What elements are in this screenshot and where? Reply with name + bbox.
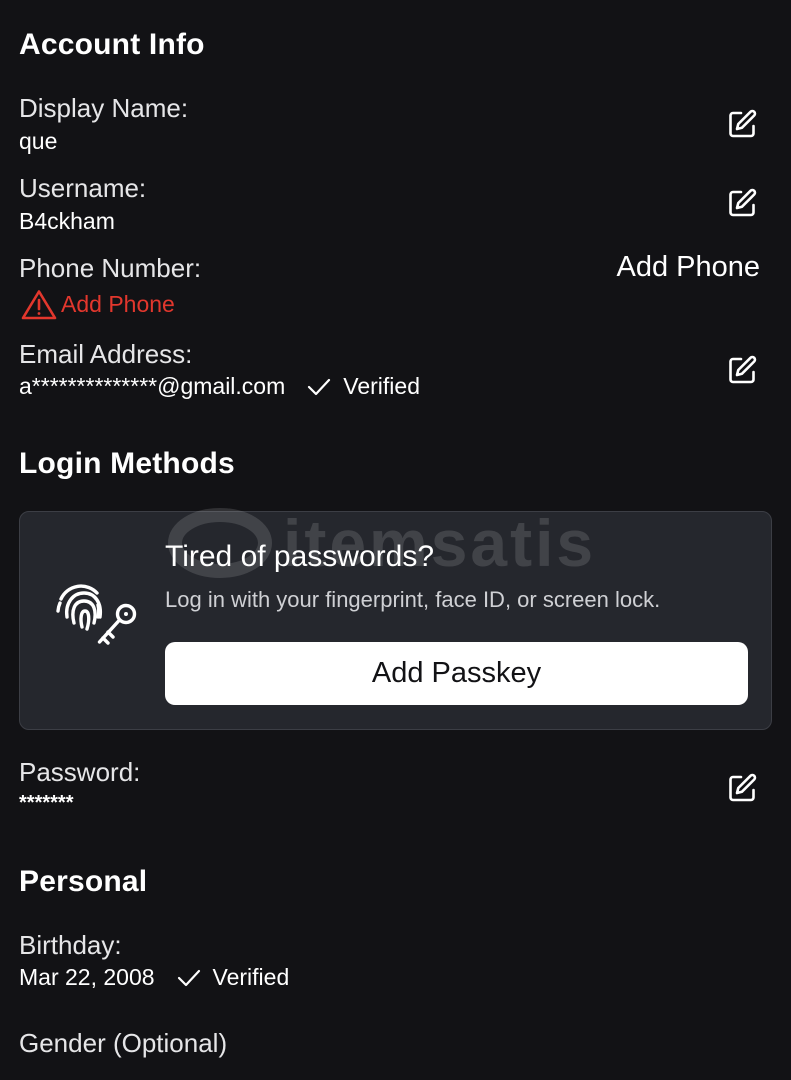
display-name-value: que bbox=[19, 128, 58, 154]
email-verified-text: Verified bbox=[343, 373, 420, 399]
email-row: a**************@gmail.com Verified bbox=[19, 373, 420, 400]
edit-username-button[interactable] bbox=[726, 186, 760, 220]
email-verified-badge: Verified bbox=[307, 373, 420, 400]
warning-icon bbox=[21, 290, 57, 320]
phone-warning-text: Add Phone bbox=[61, 291, 175, 317]
edit-icon bbox=[729, 355, 757, 384]
passkey-description: Log in with your fingerprint, face ID, o… bbox=[165, 587, 661, 612]
edit-icon bbox=[729, 109, 757, 138]
gender-label[interactable]: Gender (Optional) bbox=[19, 1028, 227, 1059]
edit-display-name-button[interactable] bbox=[726, 107, 760, 141]
passkey-promo-card: Tired of passwords? Log in with your fin… bbox=[19, 511, 772, 730]
account-settings-page: Account Info Display Name: que Username:… bbox=[0, 0, 791, 1080]
birthday-value: Mar 22, 2008 bbox=[19, 964, 155, 990]
add-phone-button[interactable]: Add Phone bbox=[616, 251, 760, 284]
check-icon bbox=[308, 378, 331, 395]
birthday-verified-badge: Verified bbox=[177, 964, 290, 991]
email-value: a**************@gmail.com bbox=[19, 373, 286, 399]
password-value: ******* bbox=[19, 792, 74, 814]
check-icon bbox=[177, 969, 200, 986]
password-label: Password: bbox=[19, 757, 141, 787]
username-label: Username: bbox=[19, 173, 147, 203]
section-title-account-info: Account Info bbox=[19, 28, 205, 61]
add-passkey-button[interactable]: Add Passkey bbox=[165, 642, 748, 705]
display-name-label: Display Name: bbox=[19, 93, 189, 123]
edit-icon bbox=[729, 773, 757, 802]
phone-missing-warning: Add Phone bbox=[21, 289, 175, 320]
birthday-verified-text: Verified bbox=[212, 964, 290, 990]
birthday-row: Mar 22, 2008 Verified bbox=[19, 964, 289, 991]
birthday-label: Birthday: bbox=[19, 930, 122, 960]
username-value: B4ckham bbox=[19, 208, 115, 234]
fingerprint-key-icon bbox=[56, 584, 137, 645]
phone-number-label: Phone Number: bbox=[19, 253, 202, 283]
passkey-title: Tired of passwords? bbox=[165, 540, 435, 573]
email-label: Email Address: bbox=[19, 339, 193, 369]
edit-password-button[interactable] bbox=[726, 771, 760, 805]
section-title-login-methods: Login Methods bbox=[19, 447, 235, 480]
edit-icon bbox=[729, 188, 757, 217]
section-title-personal: Personal bbox=[19, 865, 148, 898]
edit-email-button[interactable] bbox=[726, 353, 760, 387]
